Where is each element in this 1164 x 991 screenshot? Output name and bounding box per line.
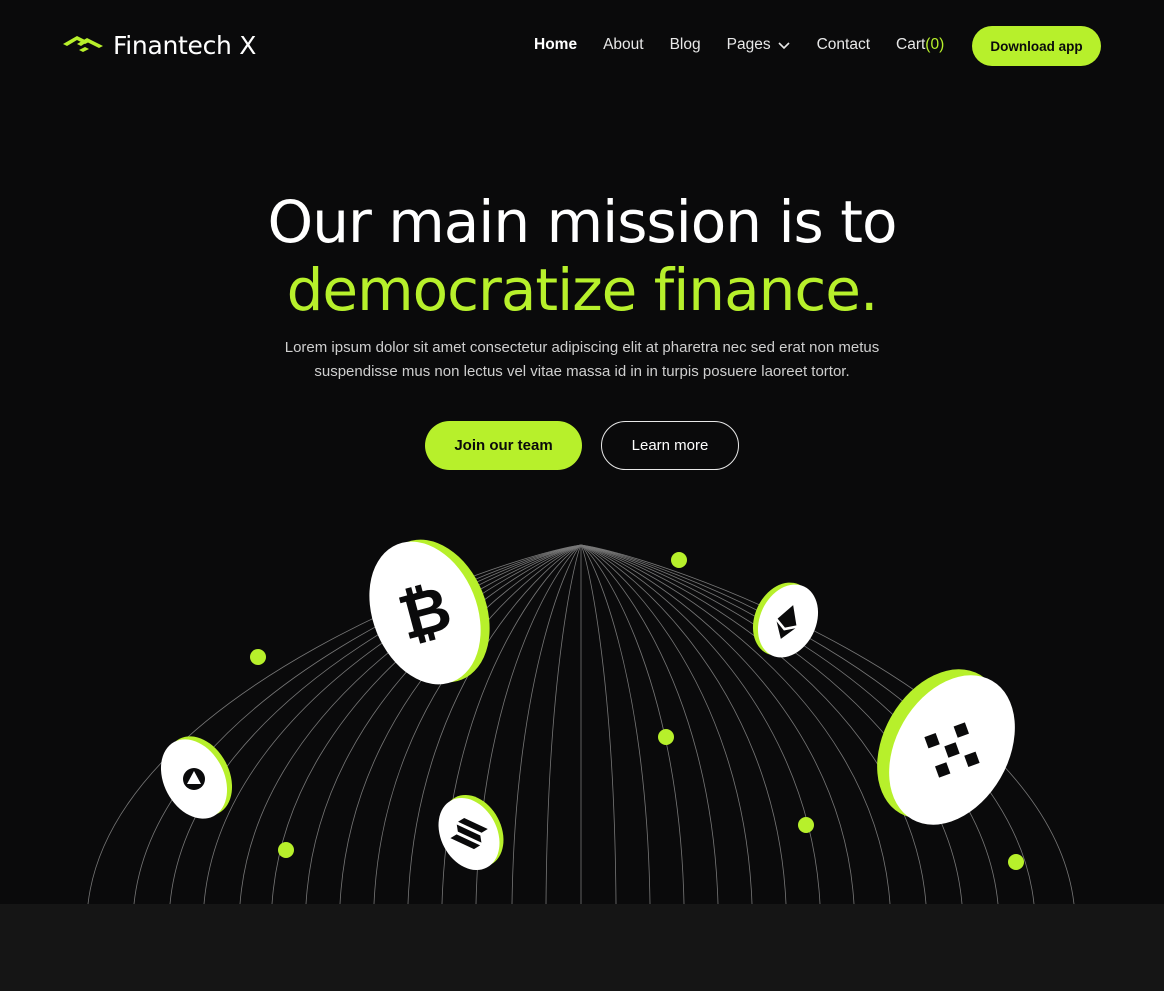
- chevron-wing-logo-icon: [63, 36, 103, 52]
- globe-accent-dot: [278, 842, 294, 858]
- crypto-globe-illustration: ₿: [87, 539, 1075, 904]
- nav-item-blog[interactable]: Blog: [670, 36, 701, 54]
- globe-accent-dot: [250, 649, 266, 665]
- brand-name: Finantech X: [113, 30, 257, 60]
- globe-meridian-line: [580, 544, 927, 904]
- globe-meridian-line: [580, 544, 753, 904]
- globe-accent-dot: [1008, 854, 1024, 870]
- top-navigation: Finantech X Home About Blog Pages Contac…: [0, 0, 1164, 92]
- hero-description-line-2: suspendisse mus non lectus vel vitae mas…: [314, 363, 850, 380]
- globe-meridian-line: [580, 544, 787, 904]
- avalanche-icon: [183, 768, 205, 790]
- globe-meridian-line: [580, 544, 719, 904]
- nav-item-home[interactable]: Home: [534, 36, 577, 54]
- globe-accent-dot: [671, 552, 687, 568]
- hero-description: Lorem ipsum dolor sit amet consectetur a…: [262, 336, 902, 384]
- brand-logo[interactable]: Finantech X: [63, 30, 256, 60]
- globe-meridian-line: [580, 544, 617, 904]
- learn-more-button[interactable]: Learn more: [601, 421, 739, 470]
- globe-meridian-line: [545, 544, 582, 904]
- next-section-band: [0, 904, 1164, 991]
- nav-item-pages[interactable]: Pages: [727, 36, 791, 54]
- globe-accent-dot: [798, 817, 814, 833]
- globe-meridian-line: [580, 544, 685, 904]
- globe-accent-dot: [658, 729, 674, 745]
- ethereum-coin: [752, 582, 819, 658]
- cart-label: Cart: [896, 36, 926, 53]
- binance-coin: [877, 669, 1015, 825]
- nav-item-contact[interactable]: Contact: [817, 36, 870, 54]
- bitcoin-coin: ₿: [369, 539, 490, 685]
- chevron-down-icon: [778, 42, 790, 50]
- download-app-button[interactable]: Download app: [972, 26, 1101, 66]
- nav-item-pages-label: Pages: [726, 36, 771, 53]
- globe-meridian-line: [87, 544, 582, 904]
- globe-meridian-line: [580, 544, 891, 904]
- nav-links: Home About Blog Pages Contact Cart (0): [534, 36, 970, 54]
- headline-line-1: Our main mission is to: [267, 188, 898, 256]
- hero-section: ₿ Finantech X Home About Blog Pages Cont…: [0, 0, 1164, 904]
- hero-headline: Our main mission is to democratize finan…: [0, 188, 1164, 324]
- cart-count: (0): [925, 36, 945, 53]
- solana-coin: [438, 794, 504, 871]
- avalanche-coin: [160, 736, 233, 819]
- nav-item-cart[interactable]: Cart (0): [896, 36, 944, 54]
- hero-description-line-1: Lorem ipsum dolor sit amet consectetur a…: [284, 339, 880, 356]
- join-our-team-button[interactable]: Join our team: [425, 421, 582, 470]
- nav-item-about[interactable]: About: [603, 36, 644, 54]
- headline-line-2: democratize finance.: [286, 256, 879, 324]
